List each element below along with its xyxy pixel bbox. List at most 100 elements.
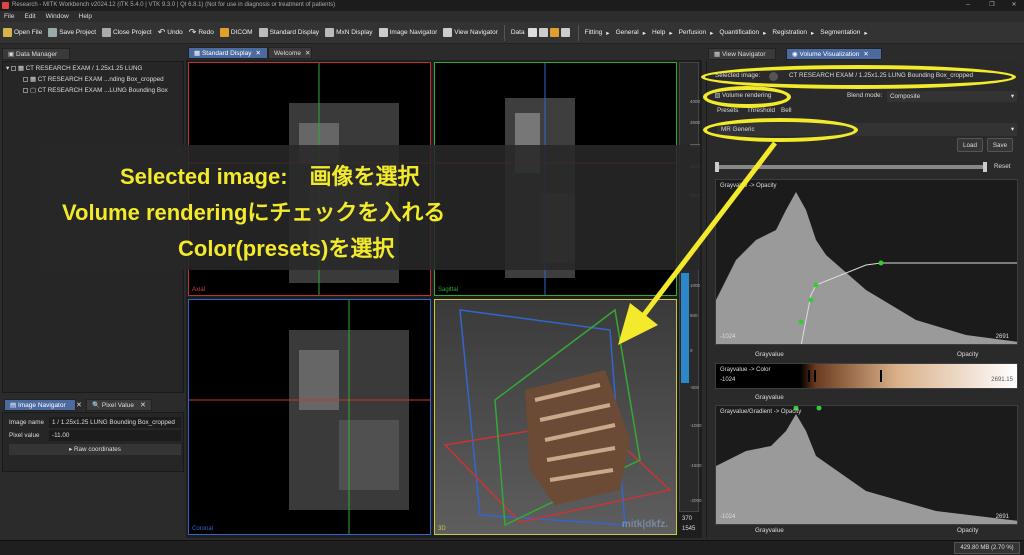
standard-display-button[interactable]: Standard Display	[256, 22, 323, 44]
menu-file[interactable]: File	[4, 13, 14, 20]
dicom-button[interactable]: DICOM	[217, 22, 256, 44]
arrow-right-icon: ▸	[642, 29, 646, 37]
menu-help[interactable]: Help	[79, 13, 92, 20]
tab-presets[interactable]: Presets	[717, 107, 738, 114]
mxn-grid-icon	[325, 28, 335, 37]
navigator-icon	[443, 28, 453, 37]
main-toolbar: Open File Save Project Close Project ↶ Un…	[0, 22, 1024, 44]
tab-volume-visualization[interactable]: ◉ Volume Visualization ✕	[786, 48, 882, 60]
redo-button[interactable]: ↷ Redo	[186, 22, 217, 44]
data-manager-icon: ▣	[8, 51, 16, 58]
quantification-menu[interactable]: Quantification ▸	[716, 22, 769, 44]
annotation-arrow	[618, 141, 777, 345]
tab-image-navigator[interactable]: ▤ Image Navigator	[4, 399, 76, 411]
close-project-button[interactable]: Close Project	[99, 22, 155, 44]
gradient-opacity-graph[interactable]: Grayvalue/Gradient -> Opacity -1024 2691	[715, 405, 1018, 525]
coronal-image	[189, 300, 430, 534]
maximize-button[interactable]: ❐	[982, 0, 1002, 11]
color-title: Grayvalue -> Color	[720, 367, 771, 373]
undo-icon: ↶	[157, 27, 166, 37]
pixel-value-label: Pixel value	[9, 432, 40, 439]
memory-usage: 429.80 MB (2.70 %)	[954, 542, 1020, 554]
color-point[interactable]	[814, 370, 816, 382]
save-project-button[interactable]: Save Project	[45, 22, 99, 44]
navigator-icon: ▦	[714, 51, 722, 58]
close-tab-icon[interactable]: ✕	[255, 50, 260, 57]
load-button[interactable]: Load	[957, 138, 983, 152]
close-tab-icon[interactable]: ✕	[140, 401, 146, 409]
close-tab-icon[interactable]: ✕	[863, 51, 868, 58]
color-point[interactable]	[808, 370, 810, 382]
mitk-logo: mitk|dkfz.	[621, 519, 668, 530]
close-window-button[interactable]: ✕	[1004, 0, 1024, 11]
segmentation-menu[interactable]: Segmentation ▸	[817, 22, 870, 44]
range-slider-handle-right[interactable]	[983, 162, 987, 172]
mxn-display-button[interactable]: MxN Display	[322, 22, 375, 44]
minimize-button[interactable]: ─	[958, 0, 978, 11]
menu-bar: File Edit Window Help	[0, 11, 1024, 22]
toolbar-separator	[577, 24, 579, 41]
folder-icon	[3, 28, 12, 37]
level-value[interactable]: 370	[682, 516, 692, 522]
registration-menu[interactable]: Registration ▸	[769, 22, 817, 44]
color-point[interactable]	[880, 370, 882, 382]
tab-standard-display[interactable]: ▦ Standard Display ✕	[188, 47, 268, 59]
visibility-checkbox[interactable]	[23, 76, 28, 82]
annotation-line-2: Volume renderingにチェックを入れる	[62, 200, 446, 225]
axial-label: Axial	[192, 287, 206, 293]
tab-view-navigator[interactable]: ▦ View Navigator	[708, 48, 776, 60]
open-file-button[interactable]: Open File	[0, 22, 45, 44]
arrow-right-icon: ▸	[763, 29, 767, 37]
perfusion-menu[interactable]: Perfusion ▸	[676, 22, 717, 44]
general-menu[interactable]: General ▸	[613, 22, 649, 44]
grayvalue-color-bar[interactable]: Grayvalue -> Color -1024 2691.15	[715, 363, 1018, 389]
image-name-field[interactable]: 1 / 1.25x1.25 LUNG Bounding Box_cropped	[49, 417, 181, 428]
pixel-value-field[interactable]: -11.00	[49, 430, 181, 441]
close-tab-icon[interactable]: ✕	[76, 401, 82, 409]
app-icon	[2, 2, 9, 9]
axis-opacity: Opacity	[957, 351, 979, 358]
status-bar: 429.80 MB (2.70 %)	[0, 540, 1024, 555]
tab-bell[interactable]: Bell	[781, 107, 792, 114]
close-project-icon	[102, 28, 112, 37]
data-menu[interactable]: Data	[508, 22, 575, 44]
toolbar-separator	[503, 24, 505, 41]
tree-item[interactable]: ▾ ▦ CT RESEARCH EXAM / 1.25x1.25 LUNG	[6, 64, 142, 74]
coronal-label: Coronal	[192, 526, 214, 532]
coronal-view[interactable]: Coronal	[188, 299, 431, 535]
level-tick: -2000	[690, 498, 702, 503]
arrow-right-icon: ▸	[606, 29, 610, 37]
tree-item[interactable]: ▢ CT RESEARCH EXAM ...LUNG Bounding Box	[23, 86, 168, 96]
raw-coordinates-toggle[interactable]: ▸ Raw coordinates	[9, 444, 181, 455]
pixel-value-panel: Image name 1 / 1.25x1.25 LUNG Bounding B…	[2, 412, 184, 472]
reset-button[interactable]: Reset	[994, 163, 1010, 170]
close-tab-icon[interactable]: ✕	[305, 50, 310, 57]
color-min: -1024	[720, 377, 736, 383]
menu-edit[interactable]: Edit	[24, 13, 35, 20]
save-button[interactable]: Save	[987, 138, 1013, 152]
tab-data-manager[interactable]: ▣ Data Manager	[2, 48, 70, 60]
fitting-menu[interactable]: Fitting ▸	[582, 22, 613, 44]
arrow-right-icon: ▸	[669, 29, 673, 37]
window-value[interactable]: 1545	[682, 526, 695, 532]
menu-window[interactable]: Window	[46, 13, 69, 20]
visibility-checkbox[interactable]	[23, 87, 28, 93]
visibility-checkbox[interactable]	[10, 65, 16, 71]
tab-threshold[interactable]: Threshold	[747, 107, 775, 114]
axis-opacity: Opacity	[957, 527, 979, 534]
gradient-histogram	[716, 406, 1017, 524]
tab-welcome[interactable]: Welcome ✕	[268, 47, 312, 59]
tree-item[interactable]: ▦ CT RESEARCH EXAM ...nding Box_cropped	[23, 75, 164, 85]
table-icon	[527, 28, 537, 37]
view-navigator-button[interactable]: View Navigator	[440, 22, 501, 44]
image-icon	[538, 28, 548, 37]
image-navigator-button[interactable]: Image Navigator	[376, 22, 441, 44]
dicom-icon	[219, 28, 229, 37]
image-navigator-icon: ▤	[10, 402, 18, 409]
image-node-icon: ▦	[17, 65, 26, 72]
dcm-icon	[549, 28, 559, 37]
undo-button[interactable]: ↶ Undo	[155, 22, 186, 44]
help-menu[interactable]: Help ▸	[649, 22, 676, 44]
blend-mode-select[interactable]: Composite ▾	[887, 91, 1017, 102]
level-tick: -1000	[690, 423, 702, 428]
